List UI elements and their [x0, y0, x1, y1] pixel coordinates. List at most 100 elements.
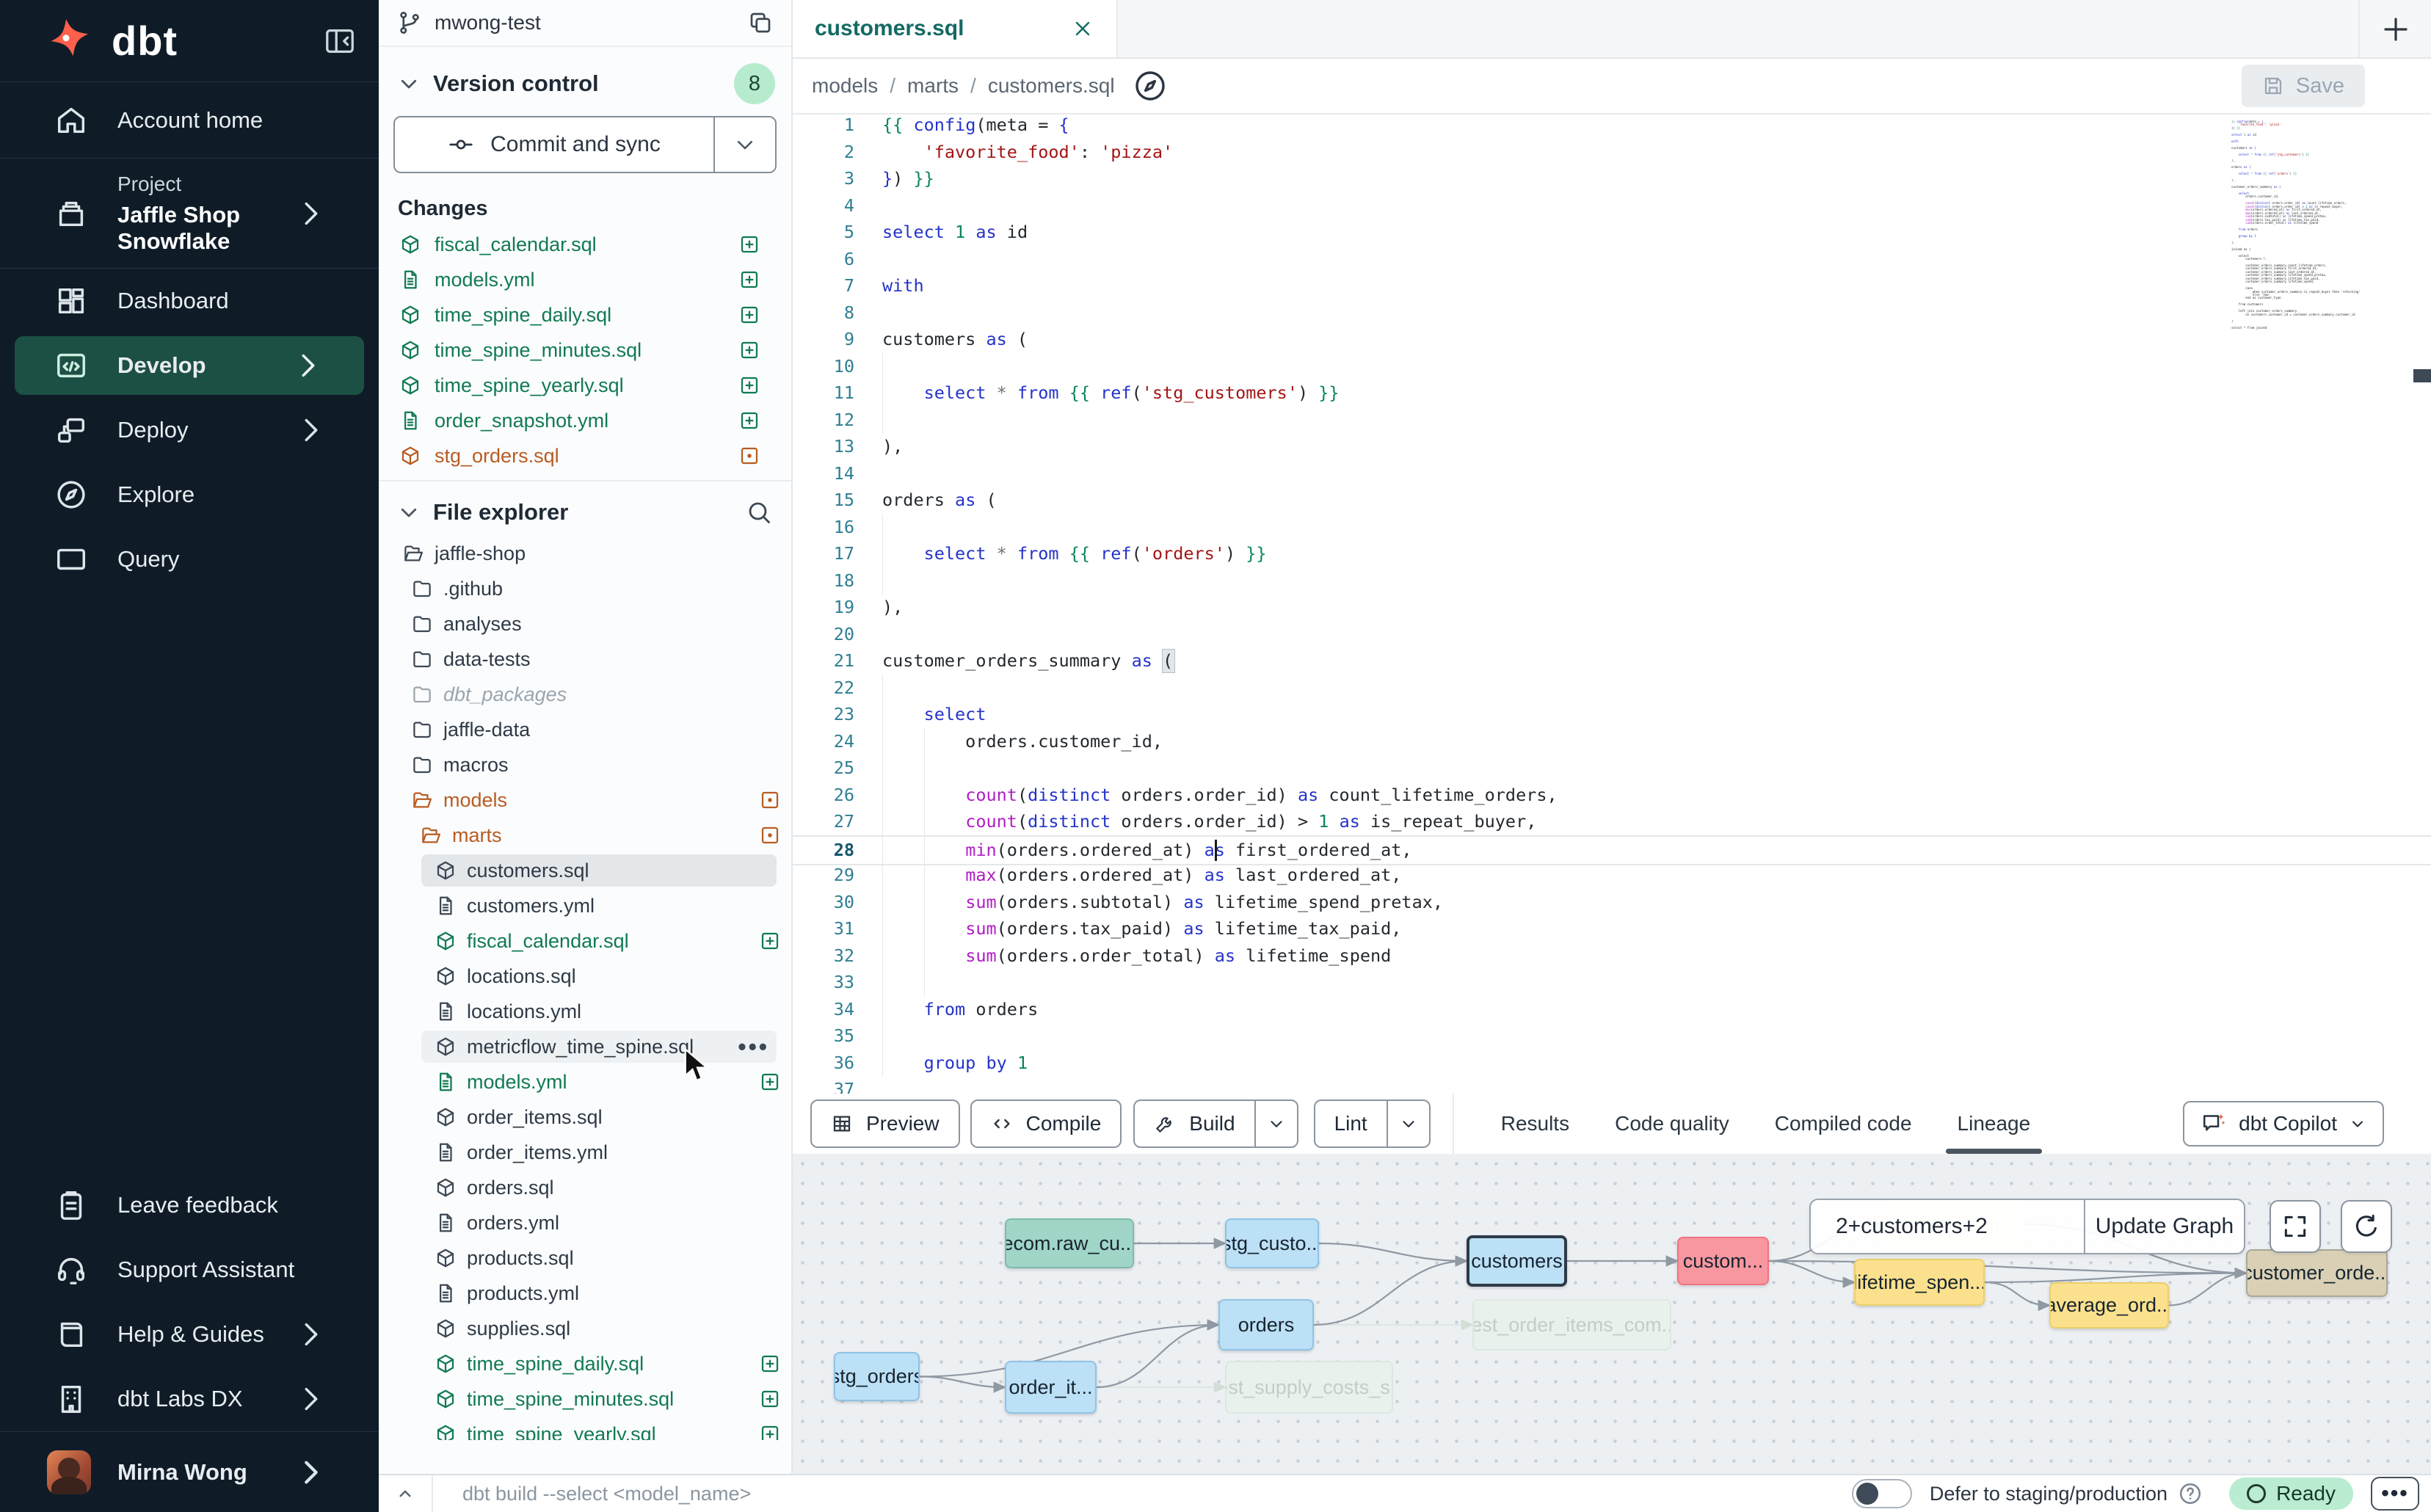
file-tree-item[interactable]: products.sql [379, 1240, 791, 1276]
code-line[interactable]: 27 count(distinct orders.order_id) > 1 a… [793, 808, 2431, 835]
file-tree-item[interactable]: analyses [379, 606, 791, 641]
sidebar-item-support-assistant[interactable]: Support Assistant [0, 1237, 379, 1302]
stage-file-button[interactable] [738, 339, 760, 361]
build-options-button[interactable] [1254, 1101, 1297, 1146]
code-line[interactable]: 19), [793, 594, 2431, 621]
sidebar-item-project[interactable]: ProjectJaffle Shop Snowflake [0, 159, 379, 269]
sidebar-item-deploy[interactable]: Deploy [0, 398, 379, 462]
tab-results[interactable]: Results [1501, 1094, 1569, 1154]
sidebar-item-account-home[interactable]: Account home [0, 82, 379, 159]
expand-command-bar-button[interactable] [379, 1483, 432, 1505]
file-tree-item[interactable]: locations.sql [379, 959, 791, 994]
file-tree-item[interactable]: customers.sql [379, 853, 791, 888]
fullscreen-button[interactable] [2270, 1200, 2321, 1253]
commit-and-sync-button[interactable]: Commit and sync [393, 116, 777, 173]
tab-compiled-code[interactable]: Compiled code [1775, 1094, 1912, 1154]
dbt-copilot-button[interactable]: dbt Copilot [2183, 1101, 2384, 1146]
close-icon[interactable] [1071, 17, 1094, 40]
file-tree-item[interactable]: orders.yml [379, 1205, 791, 1240]
build-button[interactable]: Build [1133, 1100, 1298, 1148]
command-input[interactable]: dbt build --select <model_name> [433, 1483, 1852, 1505]
code-line[interactable]: 31 sum(orders.tax_paid) as lifetime_tax_… [793, 915, 2431, 942]
code-line[interactable]: 20 [793, 621, 2431, 648]
compile-button[interactable]: Compile [970, 1100, 1122, 1148]
sidebar-item-explore[interactable]: Explore [0, 462, 379, 527]
file-tree-item[interactable]: locations.yml [379, 994, 791, 1029]
code-line[interactable]: 11 select * from {{ ref('stg_customers')… [793, 379, 2431, 407]
file-tree-item[interactable]: time_spine_minutes.sql [379, 1381, 791, 1417]
file-tree-item[interactable]: products.yml [379, 1276, 791, 1311]
sidebar-item-help-guides[interactable]: Help & Guides [0, 1302, 379, 1367]
file-tree-item[interactable]: metricflow_time_spine.sql••• [379, 1029, 791, 1064]
preview-button[interactable]: Preview [810, 1100, 960, 1148]
file-tree-item[interactable]: time_spine_daily.sql [379, 1346, 791, 1381]
new-tab-button[interactable] [2378, 12, 2413, 47]
code-line[interactable]: 3}) }} [793, 165, 2431, 192]
file-tree-item[interactable]: marts [379, 818, 791, 853]
code-line[interactable]: 18 [793, 567, 2431, 595]
file-tree-item[interactable]: supplies.sql [379, 1311, 791, 1346]
code-line[interactable]: 25 [793, 755, 2431, 782]
file-tree-item[interactable]: jaffle-shop [379, 536, 791, 571]
stage-file-button[interactable] [759, 1423, 781, 1440]
file-tree-item[interactable]: order_items.sql [379, 1100, 791, 1135]
stage-file-button[interactable] [738, 304, 760, 326]
lineage-node-orders[interactable]: orders [1218, 1299, 1314, 1351]
code-line[interactable]: 35 [793, 1022, 2431, 1050]
tab-lineage[interactable]: Lineage [1958, 1094, 2031, 1154]
file-tree-item[interactable]: customers.yml [379, 888, 791, 923]
code-line[interactable]: 1{{ config(meta = { [793, 115, 2431, 139]
lineage-node-average_order[interactable]: average_ord... [2049, 1282, 2169, 1329]
code-line[interactable]: 16 [793, 514, 2431, 541]
code-line[interactable]: 21customer_orders_summary as ( [793, 647, 2431, 675]
update-graph-button[interactable]: Update Graph [2084, 1200, 2244, 1253]
minimap[interactable]: {{ config(meta = { 'favorite_food': 'piz… [2231, 120, 2363, 330]
sidebar-item-leave-feedback[interactable]: Leave feedback [0, 1173, 379, 1237]
code-line[interactable]: 28 min(orders.ordered_at) as first_order… [793, 835, 2431, 865]
breadcrumb-marts[interactable]: marts [907, 74, 959, 98]
lineage-node-customers[interactable]: customers [1467, 1235, 1567, 1287]
code-line[interactable]: 30 sum(orders.subtotal) as lifetime_spen… [793, 889, 2431, 916]
code-line[interactable]: 6 [793, 246, 2431, 273]
file-tree-item[interactable]: data-tests [379, 641, 791, 677]
lineage-node-customer_orders_mart[interactable]: customer_orde... [2246, 1249, 2388, 1297]
lint-options-button[interactable] [1387, 1101, 1429, 1146]
lineage-node-test_supply[interactable]: test_supply_costs_s... [1225, 1361, 1393, 1414]
file-explorer-header[interactable]: File explorer [379, 481, 791, 536]
breadcrumb-file[interactable]: customers.sql [988, 74, 1115, 98]
tab-code-quality[interactable]: Code quality [1615, 1094, 1729, 1154]
code-line[interactable]: 34 from orders [793, 996, 2431, 1023]
code-line[interactable]: 10 [793, 353, 2431, 380]
file-tree-item[interactable]: .github [379, 571, 791, 606]
sidebar-collapse-icon[interactable] [323, 24, 357, 58]
sidebar-item-dbt-labs-dx[interactable]: dbt Labs DX [0, 1367, 379, 1431]
change-item[interactable]: models.yml [379, 262, 791, 297]
lint-button[interactable]: Lint [1314, 1100, 1431, 1148]
lineage-node-ecom[interactable]: ecom.raw_cu... [1005, 1218, 1134, 1268]
stage-file-button[interactable] [738, 269, 760, 291]
lineage-node-test_order_items[interactable]: test_order_items_com... [1472, 1299, 1671, 1351]
code-line[interactable]: 23 select [793, 701, 2431, 728]
code-line[interactable]: 32 sum(orders.order_total) as lifetime_s… [793, 942, 2431, 970]
code-line[interactable]: 14 [793, 460, 2431, 487]
code-line[interactable]: 36 group by 1 [793, 1050, 2431, 1077]
code-line[interactable]: 4 [793, 192, 2431, 219]
code-line[interactable]: 26 count(distinct orders.order_id) as co… [793, 782, 2431, 809]
file-tree-item[interactable]: models.yml [379, 1064, 791, 1100]
code-editor[interactable]: 1{{ config(meta = {2 'favorite_food': 'p… [793, 115, 2431, 1094]
commit-options-button[interactable] [713, 117, 775, 172]
file-tree-item[interactable]: models [379, 782, 791, 818]
status-badge[interactable]: Ready [2229, 1478, 2353, 1510]
stage-file-button[interactable] [759, 1071, 781, 1093]
branch-name[interactable]: mwong-test [435, 11, 541, 34]
modified-badge[interactable] [759, 789, 781, 811]
stage-file-button[interactable] [759, 930, 781, 952]
code-line[interactable]: 22 [793, 675, 2431, 702]
search-icon[interactable] [746, 499, 772, 526]
change-item[interactable]: fiscal_calendar.sql [379, 227, 791, 262]
scrollbar-thumb[interactable] [2413, 369, 2431, 382]
file-tree-item[interactable]: macros [379, 747, 791, 782]
code-line[interactable]: 13), [793, 433, 2431, 460]
row-menu-button[interactable]: ••• [738, 1033, 769, 1061]
stage-file-button[interactable] [759, 1353, 781, 1375]
